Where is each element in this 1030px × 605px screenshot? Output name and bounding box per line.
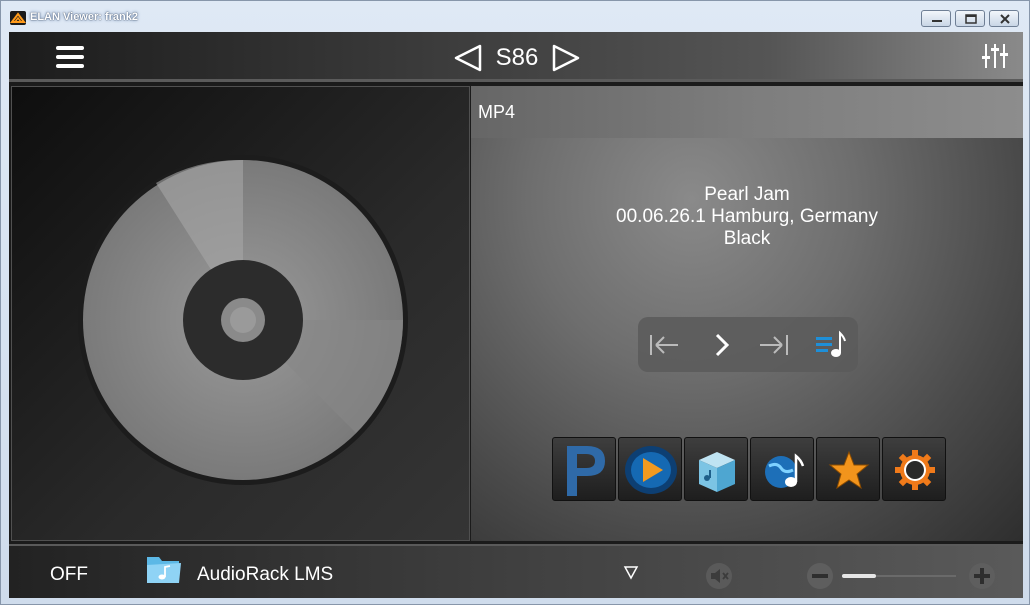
next-zone-icon[interactable] <box>551 43 581 73</box>
track-title: Black <box>723 228 771 249</box>
mixer-sliders-icon[interactable] <box>981 42 1009 70</box>
zone-name: S86 <box>495 44 539 71</box>
play-icon[interactable] <box>706 329 738 361</box>
volume-up-icon[interactable] <box>968 562 996 590</box>
transport-controls <box>638 317 858 372</box>
music-folder-icon[interactable] <box>145 551 183 587</box>
window-title: ELAN Viewer: frank2 <box>30 11 139 23</box>
hamburger-menu-icon[interactable] <box>55 44 85 70</box>
cd-disc-icon <box>78 155 408 485</box>
bottom-bar: OFF AudioRack LMS <box>9 544 1023 598</box>
volume-slider[interactable] <box>842 574 956 578</box>
volume-level <box>842 574 877 578</box>
prev-zone-icon[interactable] <box>453 43 483 73</box>
dropdown-triangle-icon[interactable] <box>623 564 639 580</box>
volume-down-icon[interactable] <box>806 562 834 590</box>
device-name[interactable]: AudioRack LMS <box>197 564 333 586</box>
next-track-icon[interactable] <box>758 329 790 361</box>
source-name: MP4 <box>478 102 516 122</box>
top-bar: S86 <box>9 32 1023 82</box>
track-artist: Pearl Jam <box>704 184 790 205</box>
queue-icon[interactable] <box>814 329 846 361</box>
music-box-icon[interactable] <box>684 437 748 501</box>
track-info: Pearl Jam 00.06.26.1 Hamburg, Germany Bl… <box>471 184 1023 250</box>
mute-icon[interactable] <box>705 562 733 590</box>
pandora-icon[interactable] <box>552 437 616 501</box>
maximize-button[interactable] <box>955 10 985 27</box>
source-bar: MP4 <box>471 86 1023 138</box>
previous-track-icon[interactable] <box>648 329 680 361</box>
title-bar[interactable]: ELAN Viewer: frank2 <box>1 1 1029 31</box>
album-art-panel <box>11 86 470 541</box>
elan-app-icon <box>10 11 26 25</box>
now-playing-panel: MP4 Pearl Jam 00.06.26.1 Hamburg, German… <box>471 86 1023 541</box>
close-button[interactable] <box>989 10 1019 27</box>
media-player-icon[interactable] <box>618 437 682 501</box>
favorites-star-icon[interactable] <box>816 437 880 501</box>
settings-gear-icon[interactable] <box>882 437 946 501</box>
internet-radio-icon[interactable] <box>750 437 814 501</box>
power-button[interactable]: OFF <box>50 564 88 586</box>
minimize-button[interactable] <box>921 10 951 27</box>
app-window: ELAN Viewer: frank2 S86 MP4 Pearl Jam 00… <box>0 0 1030 605</box>
track-album: 00.06.26.1 Hamburg, Germany <box>616 206 878 227</box>
elan-viewer: S86 MP4 Pearl Jam 00.06.26.1 Hamburg, Ge… <box>9 32 1023 598</box>
